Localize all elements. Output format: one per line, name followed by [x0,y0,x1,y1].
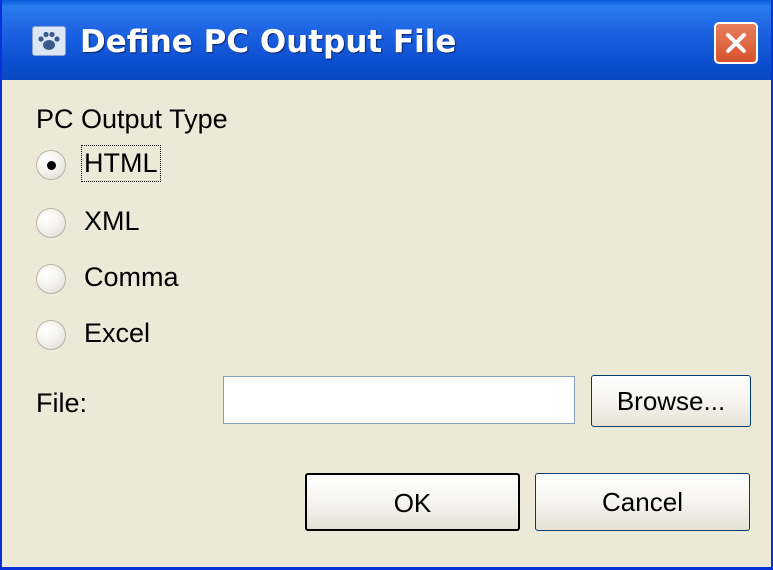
radio-button[interactable] [36,320,66,350]
radio-xml[interactable]: XML [36,206,236,242]
cancel-button[interactable]: Cancel [535,473,750,531]
file-label: File: [36,388,88,418]
radio-label-html[interactable]: HTML [81,145,161,182]
radio-comma[interactable]: Comma [36,262,236,298]
output-type-group-label: PC Output Type [36,104,228,134]
pawprint-icon [32,26,66,56]
title-bar[interactable]: Define PC Output File [2,0,771,80]
define-pc-output-file-dialog: Define PC Output File PC Output Type HTM… [0,0,773,570]
ok-button[interactable]: OK [305,473,520,531]
window-title: Define PC Output File [80,24,457,60]
radio-label-excel[interactable]: Excel [84,318,150,349]
browse-button[interactable]: Browse... [591,375,751,427]
close-icon [726,33,746,53]
dialog-content: PC Output Type HTML XML Comma Excel File… [2,80,771,567]
file-path-input[interactable] [223,376,575,424]
radio-button[interactable] [36,150,66,180]
radio-label-comma[interactable]: Comma [84,262,179,293]
radio-excel[interactable]: Excel [36,318,236,354]
radio-selected-dot [47,161,56,170]
close-button[interactable] [714,22,758,64]
radio-html[interactable]: HTML [36,145,236,184]
radio-button[interactable] [36,208,66,238]
radio-button[interactable] [36,264,66,294]
radio-label-xml[interactable]: XML [84,206,140,237]
